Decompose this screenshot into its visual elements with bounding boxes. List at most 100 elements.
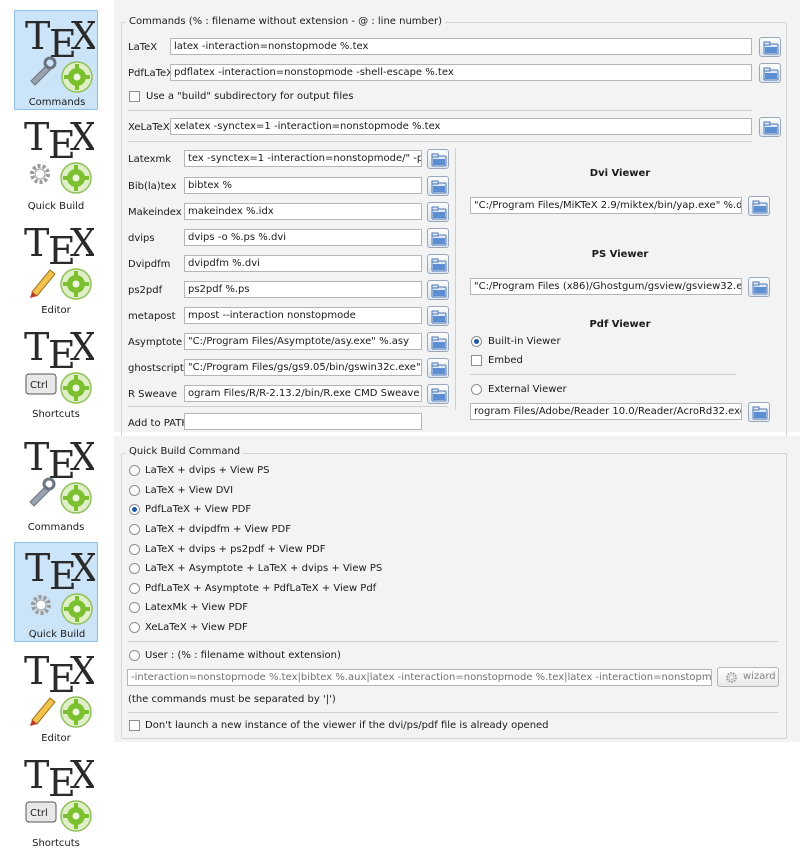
ghostscript-field[interactable]: "C:/Program Files/gs/gs9.05/bin/gswin32c…: [184, 359, 422, 376]
qb-option-radio-selected[interactable]: [129, 504, 140, 515]
nav-editor[interactable]: Editor: [14, 646, 98, 746]
makeindex-label: Makeindex: [128, 207, 182, 218]
nav-editor[interactable]: Editor: [14, 218, 98, 318]
folder-icon: [752, 406, 768, 420]
folder-icon: [431, 336, 447, 350]
bibtex-browse-button[interactable]: [427, 176, 449, 196]
latexmk-browse-button[interactable]: [427, 149, 449, 169]
ps-viewer-field[interactable]: "C:/Program Files (x86)/Ghostgum/gsview/…: [470, 278, 742, 295]
latexmk-field[interactable]: tex -synctex=1 -interaction=nonstopmode/…: [184, 150, 422, 167]
qb-option-label: LaTeX + View DVI: [145, 485, 234, 496]
folder-icon: [431, 180, 447, 194]
wizard-button[interactable]: wizard: [717, 667, 779, 687]
pdf-viewer-browse-button[interactable]: [748, 402, 770, 422]
latex-browse-button[interactable]: [759, 37, 781, 57]
dvipdfm-browse-button[interactable]: [427, 254, 449, 274]
dvi-viewer-title: Dvi Viewer: [589, 168, 651, 179]
no-new-instance-checkbox[interactable]: [129, 720, 140, 731]
asymptote-browse-button[interactable]: [427, 332, 449, 352]
xelatex-browse-button[interactable]: [759, 117, 781, 137]
quick-build-panel: Quick Build Command LaTeX + dvips + View…: [114, 436, 800, 742]
folder-icon: [763, 41, 779, 55]
ctrl-key-label: Ctrl: [30, 380, 48, 391]
qb-option-radio[interactable]: [129, 524, 140, 535]
qb-option-radio[interactable]: [129, 465, 140, 476]
pdflatex-label: PdfLaTeX: [128, 68, 174, 79]
xelatex-command-field[interactable]: xelatex -synctex=1 -interaction=nonstopm…: [170, 118, 752, 135]
nav-label-editor: Editor: [41, 733, 71, 744]
add-path-field[interactable]: [184, 413, 422, 430]
wizard-label: wizard: [743, 671, 776, 682]
nav-label-shortcuts: Shortcuts: [32, 409, 80, 420]
makeindex-browse-button[interactable]: [427, 202, 449, 222]
ghostscript-label: ghostscript: [128, 363, 184, 374]
rsweave-field[interactable]: ogram Files/R/R-2.13.2/bin/R.exe CMD Swe…: [184, 385, 422, 402]
ps-viewer-title: PS Viewer: [591, 249, 649, 260]
metapost-field[interactable]: mpost --interaction nonstopmode: [184, 307, 422, 324]
nav-quick-build[interactable]: Quick Build: [14, 112, 98, 212]
editor-tex-icon: [24, 649, 94, 728]
builtin-viewer-radio[interactable]: [471, 336, 482, 347]
embed-checkbox[interactable]: [471, 355, 482, 366]
qb-user-label: User : (% : filename without extension): [145, 650, 341, 661]
qb-option-radio[interactable]: [129, 563, 140, 574]
divider: [128, 712, 778, 713]
xelatex-label: XeLaTeX: [128, 122, 170, 133]
nav-commands[interactable]: Commands: [14, 10, 98, 110]
bibtex-label: Bib(la)tex: [128, 181, 177, 192]
bibtex-field[interactable]: bibtex %: [184, 177, 422, 194]
folder-icon: [431, 206, 447, 220]
divider: [128, 141, 752, 142]
pdflatex-command-field[interactable]: pdflatex -interaction=nonstopmode -shell…: [170, 64, 752, 81]
dvips-browse-button[interactable]: [427, 228, 449, 248]
dvi-viewer-field[interactable]: "C:/Program Files/MiKTeX 2.9/miktex/bin/…: [470, 197, 742, 214]
nav-label-commands: Commands: [27, 522, 85, 533]
qb-user-radio[interactable]: [129, 650, 140, 661]
qb-option-label: XeLaTeX + View PDF: [145, 622, 248, 633]
ps2pdf-field[interactable]: ps2pdf %.ps: [184, 281, 422, 298]
external-viewer-radio[interactable]: [471, 384, 482, 395]
commands-tex-icon: [24, 435, 94, 514]
dvi-viewer-browse-button[interactable]: [748, 196, 770, 216]
qb-user-command-field[interactable]: -interaction=nonstopmode %.tex|bibtex %.…: [127, 669, 712, 686]
folder-icon: [763, 67, 779, 81]
folder-icon: [431, 284, 447, 298]
qb-option-radio[interactable]: [129, 544, 140, 555]
latex-command-field[interactable]: latex -interaction=nonstopmode %.tex: [170, 38, 752, 55]
nav-commands[interactable]: Commands: [14, 432, 98, 533]
quick-build-tex-icon: [24, 115, 94, 194]
wizard-gear-icon: [726, 672, 737, 683]
dvips-label: dvips: [128, 233, 155, 244]
build-subdir-label: Use a "build" subdirectory for output fi…: [146, 91, 354, 102]
qb-option-radio[interactable]: [129, 583, 140, 594]
ps-viewer-browse-button[interactable]: [748, 277, 770, 297]
nav-label-commands: Commands: [28, 97, 86, 108]
build-subdir-checkbox[interactable]: [129, 91, 140, 102]
divider: [128, 406, 448, 407]
nav-label-quick-build: Quick Build: [28, 629, 86, 640]
nav-shortcuts[interactable]: Ctrl Shortcuts: [14, 322, 98, 422]
dvipdfm-field[interactable]: dvipdfm %.dvi: [184, 255, 422, 272]
ctrl-key-label: Ctrl: [30, 808, 48, 819]
qb-option-radio[interactable]: [129, 602, 140, 613]
folder-icon: [431, 388, 447, 402]
nav-shortcuts[interactable]: Ctrl Shortcuts: [14, 750, 98, 850]
pdflatex-browse-button[interactable]: [759, 63, 781, 83]
folder-icon: [752, 281, 768, 295]
dvips-field[interactable]: dvips -o %.ps %.dvi: [184, 229, 422, 246]
nav-quick-build[interactable]: Quick Build: [14, 542, 98, 642]
rsweave-browse-button[interactable]: [427, 384, 449, 404]
nav-label-editor: Editor: [41, 305, 71, 316]
ps2pdf-browse-button[interactable]: [427, 280, 449, 300]
makeindex-field[interactable]: makeindex %.idx: [184, 203, 422, 220]
editor-tex-icon: [24, 221, 94, 300]
pdf-viewer-field[interactable]: rogram Files/Adobe/Reader 10.0/Reader/Ac…: [470, 403, 742, 420]
qb-option-radio[interactable]: [129, 485, 140, 496]
quick-build-group-title: Quick Build Command: [126, 446, 244, 457]
builtin-viewer-label: Built-in Viewer: [488, 336, 561, 347]
qb-option-radio[interactable]: [129, 622, 140, 633]
metapost-browse-button[interactable]: [427, 306, 449, 326]
ghostscript-browse-button[interactable]: [427, 358, 449, 378]
nav-label-quick-build: Quick Build: [27, 201, 85, 212]
asymptote-field[interactable]: "C:/Program Files/Asymptote/asy.exe" %.a…: [184, 333, 422, 350]
